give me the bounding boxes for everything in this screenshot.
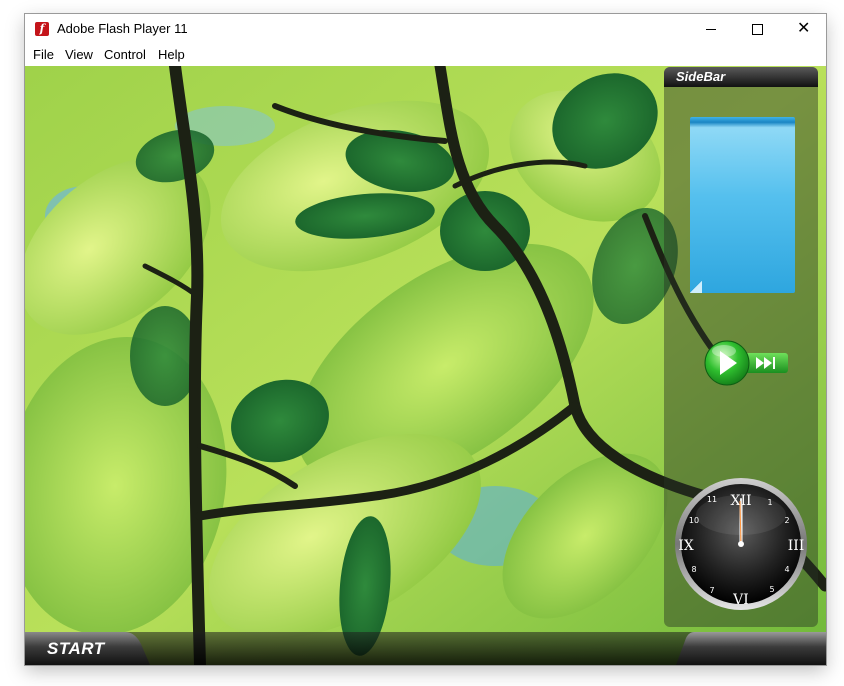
clock-numeral-9: IX [678,538,694,554]
flash-player-window: f Adobe Flash Player 11 ✕ File View Cont… [25,14,826,665]
maximize-icon [752,24,763,35]
analog-clock-widget: XII III VI IX 1 2 4 5 7 8 10 11 [675,478,807,610]
start-label: START [47,639,105,658]
menu-view[interactable]: View [65,47,93,62]
sidebar-title: SideBar [676,69,726,84]
system-tray-area [676,632,826,665]
clock-numeral-6: VI [732,592,749,608]
flash-player-icon: f [35,22,49,36]
title-bar[interactable]: f Adobe Flash Player 11 ✕ [25,14,826,44]
page-curl-icon [690,281,702,293]
maximize-button[interactable] [734,14,780,44]
sidebar-header[interactable]: SideBar [664,67,818,87]
desktop-taskbar: START [25,632,826,665]
clock-number-7: 7 [709,586,714,595]
clock-number-8: 8 [691,565,696,574]
media-player-widget[interactable] [704,339,794,389]
clock-number-5: 5 [769,585,774,594]
menu-help[interactable]: Help [158,47,185,62]
minimize-icon [706,29,716,30]
clock-number-4: 4 [784,565,789,574]
close-icon: ✕ [797,18,811,37]
minimize-button[interactable] [688,14,734,44]
window-title: Adobe Flash Player 11 [57,21,188,36]
blue-widget-panel[interactable] [690,117,795,293]
flash-stage[interactable]: SideBar III VI IX 1 2 4 5 7 8 10 11 STAR… [25,66,826,665]
menu-file[interactable]: File [33,47,54,62]
menu-control[interactable]: Control [104,47,146,62]
clock-numeral-3: III [788,538,805,554]
menu-bar: File View Control Help [25,44,826,66]
close-button[interactable]: ✕ [780,14,826,44]
sidebar-panel: SideBar III VI IX 1 2 4 5 7 8 10 11 [664,67,818,627]
